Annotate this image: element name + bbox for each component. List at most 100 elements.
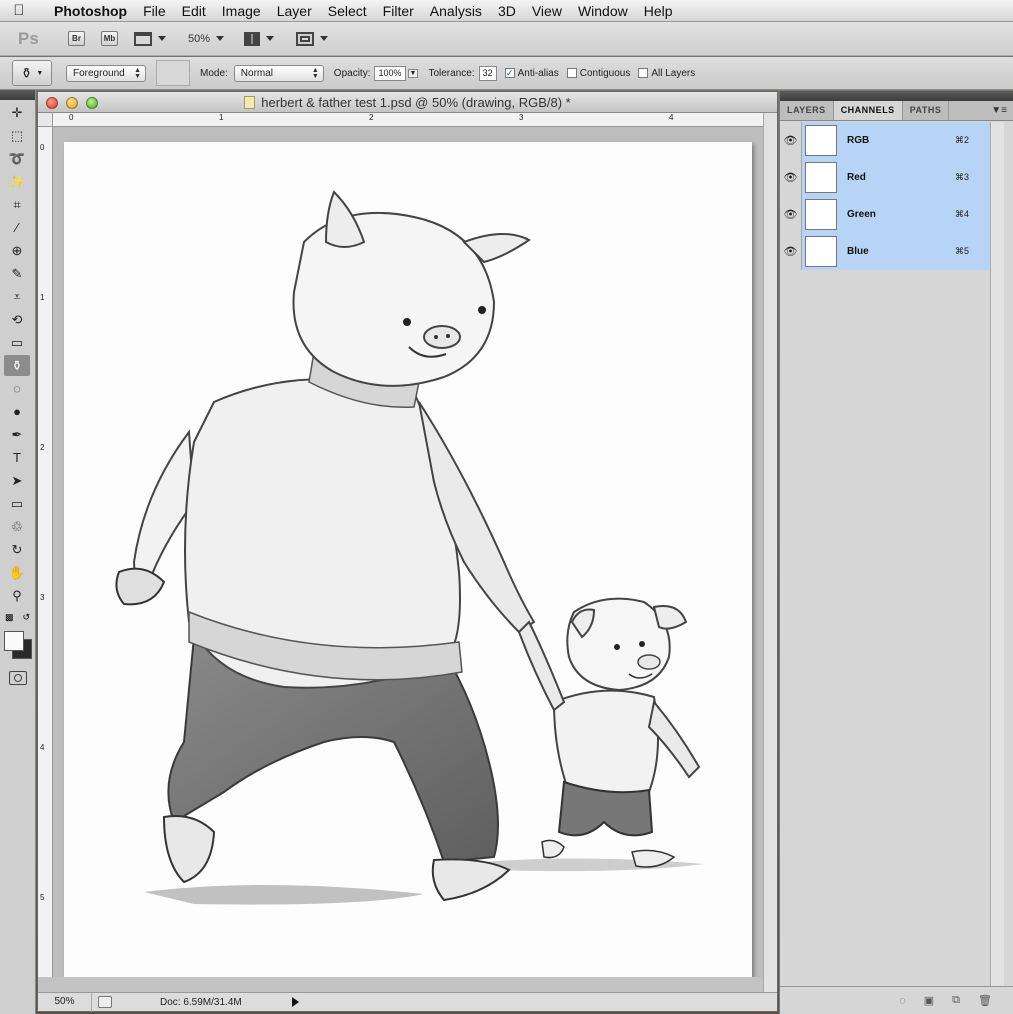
delete-channel-icon[interactable]: 🗑	[978, 994, 992, 1007]
channel-body[interactable]: RGB ⌘2	[802, 121, 990, 159]
view-extras-dropdown[interactable]	[134, 31, 166, 46]
vertical-ruler[interactable]: 0 1 2 3 4 5	[38, 127, 53, 977]
document-proxy-icon[interactable]	[244, 96, 256, 109]
crop-tool-icon[interactable]: ⌗	[4, 194, 30, 215]
clone-stamp-tool-icon[interactable]: ⩡	[4, 286, 30, 307]
all-layers-checkbox[interactable]: All Layers	[638, 68, 695, 79]
status-menu-arrow-icon[interactable]	[292, 997, 299, 1007]
tab-channels[interactable]: CHANNELS	[833, 101, 903, 120]
horizontal-ruler[interactable]: 0 1 2 3 4	[53, 113, 763, 127]
menu-analysis[interactable]: Analysis	[422, 0, 490, 22]
brush-tool-icon[interactable]: ✎	[4, 263, 30, 284]
visibility-eye-icon[interactable]: 👁	[780, 232, 802, 270]
screen-mode-dropdown[interactable]	[296, 31, 329, 46]
channels-list: 👁 RGB ⌘2 👁 Red ⌘3 👁 Green ⌘4 👁 Blue ⌘5	[780, 121, 990, 982]
channel-body[interactable]: Green ⌘4	[802, 195, 990, 233]
visibility-eye-icon[interactable]: 👁	[780, 195, 802, 233]
move-tool-icon[interactable]: ✛	[4, 102, 30, 123]
status-info-icon[interactable]	[98, 996, 112, 1008]
3d-orbit-tool-icon[interactable]: ↻	[4, 539, 30, 560]
pen-tool-icon[interactable]: ✒	[4, 424, 30, 445]
save-selection-as-channel-icon[interactable]: ▣	[924, 994, 934, 1007]
tolerance-input[interactable]: 32	[478, 65, 497, 81]
channel-row-blue[interactable]: 👁 Blue ⌘5	[780, 232, 990, 270]
panel-vertical-scrollbar[interactable]	[990, 122, 1004, 986]
dodge-tool-icon[interactable]: ●	[4, 401, 30, 422]
lasso-tool-icon[interactable]: ➰	[4, 148, 30, 169]
opacity-label: Opacity:	[333, 67, 371, 79]
arrange-documents-dropdown[interactable]	[244, 31, 275, 46]
marquee-tool-icon[interactable]: ⬚	[4, 125, 30, 146]
path-select-tool-icon[interactable]: ➤	[4, 470, 30, 491]
3d-rotate-tool-icon[interactable]: ♲	[4, 516, 30, 537]
menu-image[interactable]: Image	[214, 0, 269, 22]
menu-view[interactable]: View	[524, 0, 570, 22]
minimize-window-button[interactable]	[66, 97, 78, 109]
menu-filter[interactable]: Filter	[375, 0, 422, 22]
tools-panel: ✛ ⬚ ➰ ✨ ⌗ ∕ ⊕ ✎ ⩡ ⟲ ▭ ⚱ ◌ ● ✒ T ➤ ▭ ♲ ↻ ✋ ⚲ ▩ ↺	[0, 90, 36, 1014]
load-channel-as-selection-icon[interactable]: ◌	[899, 995, 906, 1007]
canvas-area[interactable]	[53, 127, 763, 977]
healing-brush-tool-icon[interactable]: ⊕	[4, 240, 30, 261]
menu-layer[interactable]: Layer	[269, 0, 320, 22]
photoshop-screen:  Photoshop File Edit Image Layer Select…	[0, 0, 1013, 1014]
launch-mini-bridge-button[interactable]: Mb	[101, 31, 118, 46]
quick-mask-button[interactable]	[9, 671, 27, 685]
channel-row-rgb[interactable]: 👁 RGB ⌘2	[780, 121, 990, 159]
document-titlebar[interactable]: herbert & father test 1.psd @ 50% (drawi…	[38, 92, 777, 113]
tool-preset-picker[interactable]: ⚱ ▼	[12, 60, 52, 86]
panel-dock-grip[interactable]	[780, 91, 1013, 101]
swap-colors-icon[interactable]: ↺	[22, 612, 30, 623]
menu-3d[interactable]: 3D	[490, 0, 524, 22]
menu-file[interactable]: File	[135, 0, 174, 22]
tool-options-bar: ⚱ ▼ Foreground ▲ ▼ Mode: Normal ▲ ▼ Opacit…	[0, 57, 1013, 90]
hand-tool-icon[interactable]: ✋	[4, 562, 30, 583]
menu-window[interactable]: Window	[570, 0, 636, 22]
menu-help[interactable]: Help	[636, 0, 681, 22]
menu-select[interactable]: Select	[320, 0, 375, 22]
shape-tool-icon[interactable]: ▭	[4, 493, 30, 514]
eyedropper-tool-icon[interactable]: ∕	[4, 217, 30, 238]
channel-row-red[interactable]: 👁 Red ⌘3	[780, 158, 990, 196]
zoom-tool-icon[interactable]: ⚲	[4, 585, 30, 606]
channel-row-green[interactable]: 👁 Green ⌘4	[780, 195, 990, 233]
fill-source-select[interactable]: Foreground ▲ ▼	[66, 64, 146, 82]
menu-edit[interactable]: Edit	[174, 0, 214, 22]
eraser-tool-icon[interactable]: ▭	[4, 332, 30, 353]
ruler-origin[interactable]	[38, 113, 53, 127]
apple-menu-icon[interactable]: 	[0, 2, 38, 19]
status-zoom-field[interactable]: 50%	[38, 992, 92, 1012]
quick-select-tool-icon[interactable]: ✨	[4, 171, 30, 192]
paint-bucket-tool-icon[interactable]: ⚱	[4, 355, 30, 376]
antialias-checkbox[interactable]: ✓ Anti-alias	[504, 68, 559, 79]
channel-body[interactable]: Red ⌘3	[802, 158, 990, 196]
blur-tool-icon[interactable]: ◌	[4, 378, 30, 399]
panel-menu-icon[interactable]: ▼≡	[985, 101, 1013, 120]
menu-photoshop[interactable]: Photoshop	[38, 0, 135, 22]
new-channel-icon[interactable]: ⧉	[952, 994, 960, 1007]
opacity-slider-toggle[interactable]: ▼	[407, 68, 419, 78]
close-window-button[interactable]	[46, 97, 58, 109]
visibility-eye-icon[interactable]: 👁	[780, 121, 802, 159]
tab-paths[interactable]: PATHS	[903, 101, 950, 120]
channel-body[interactable]: Blue ⌘5	[802, 232, 990, 270]
zoom-level-dropdown[interactable]: 50%	[188, 33, 225, 45]
ruler-v-label: 3	[40, 593, 45, 602]
launch-bridge-button[interactable]: Br	[68, 31, 85, 46]
default-colors-icon[interactable]: ▩	[5, 612, 14, 623]
type-tool-icon[interactable]: T	[4, 447, 30, 468]
pig-drawing-artwork	[115, 190, 704, 905]
channel-thumbnail	[805, 124, 837, 156]
document-vertical-scrollbar[interactable]	[763, 113, 777, 992]
tools-panel-grip[interactable]	[0, 90, 35, 100]
history-brush-tool-icon[interactable]: ⟲	[4, 309, 30, 330]
zoom-window-button[interactable]	[86, 97, 98, 109]
document-canvas[interactable]	[64, 142, 752, 977]
opacity-input[interactable]: 100%	[374, 65, 406, 81]
foreground-color-swatch[interactable]	[4, 631, 24, 651]
visibility-eye-icon[interactable]: 👁	[780, 158, 802, 196]
tab-layers[interactable]: LAYERS	[780, 101, 834, 120]
mode-select[interactable]: Normal ▲ ▼	[233, 64, 324, 82]
pattern-picker[interactable]	[156, 60, 190, 86]
contiguous-checkbox[interactable]: Contiguous	[566, 68, 630, 79]
